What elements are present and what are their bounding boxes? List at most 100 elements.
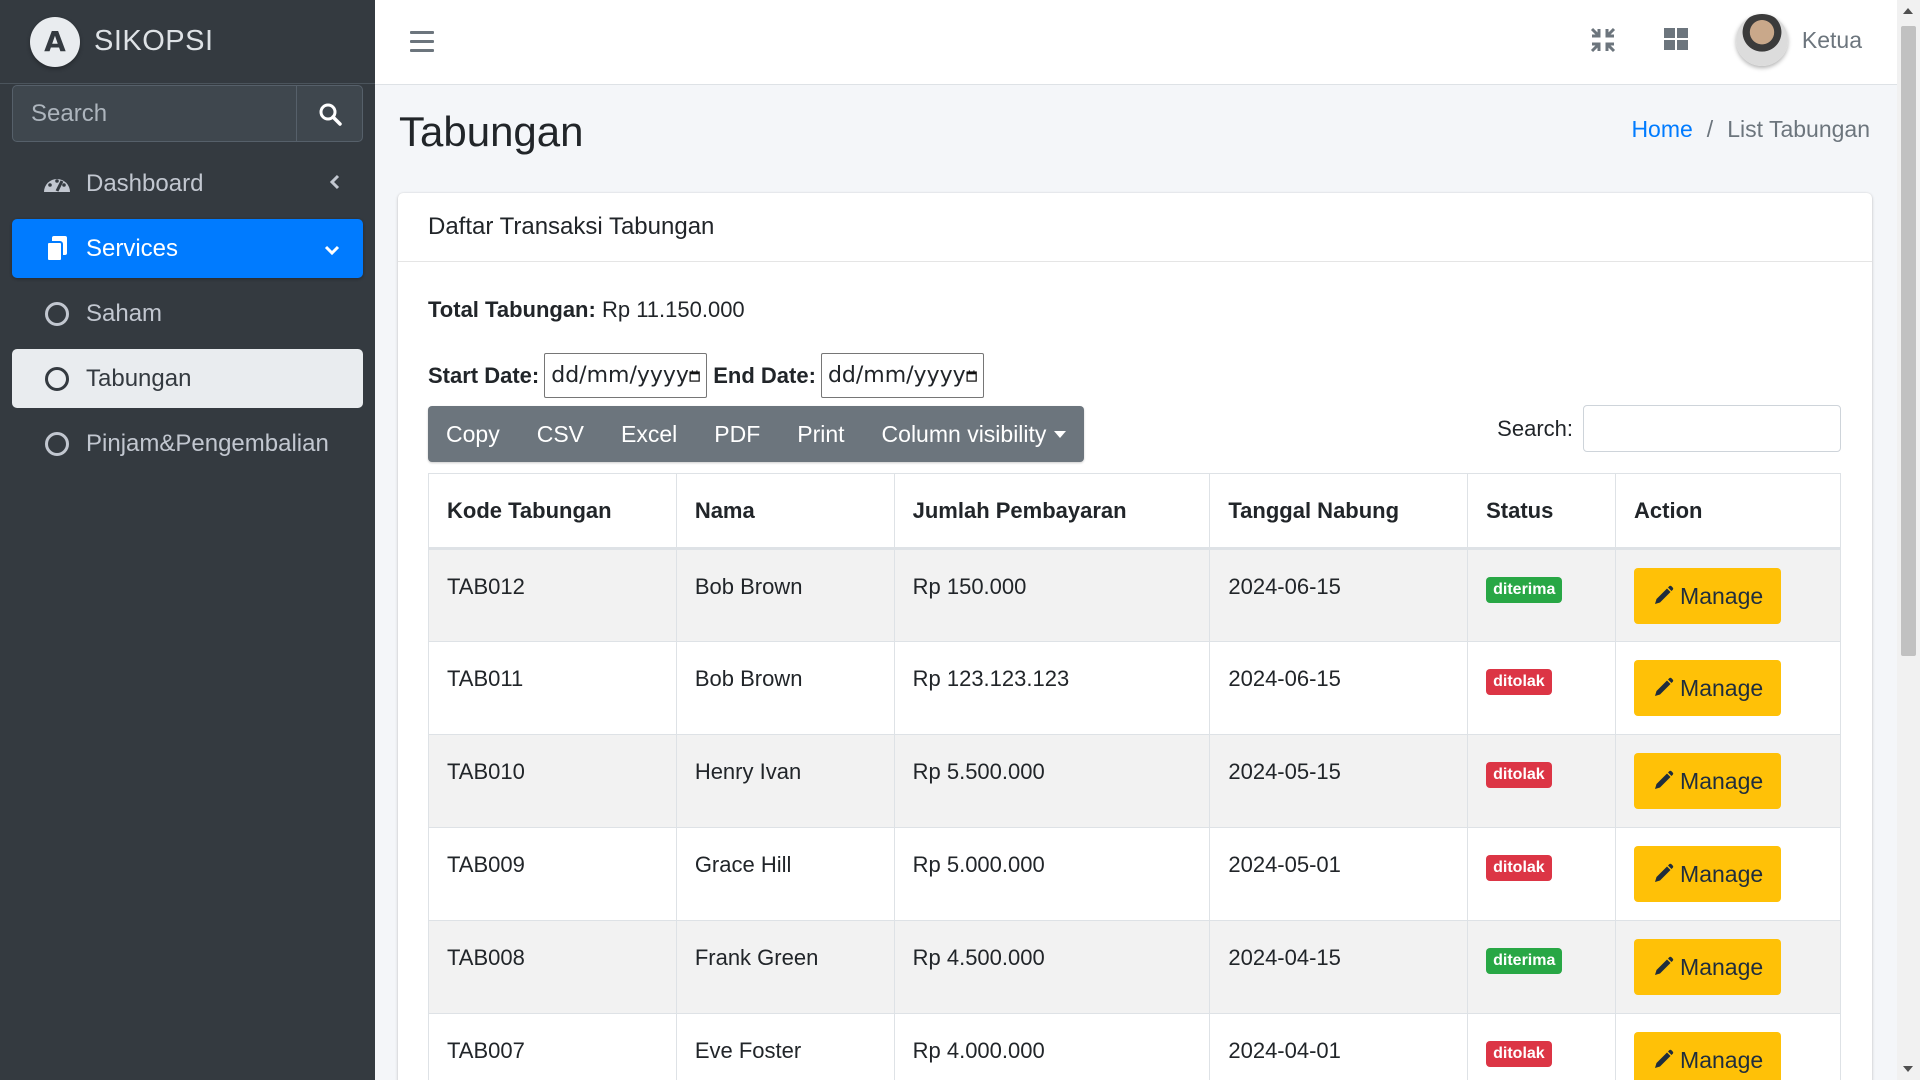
column-header[interactable]: Tanggal Nabung [1209, 473, 1469, 550]
column-header[interactable]: Nama [675, 473, 895, 550]
scroll-thumb[interactable] [1901, 26, 1916, 656]
savings-table: Kode Tabungan Nama Jumlah Pembayaran Tan… [428, 473, 1841, 1080]
status-badge: diterima [1486, 948, 1563, 974]
caret-down-icon [1054, 430, 1067, 438]
cell-kode: TAB008 [428, 920, 677, 1014]
manage-button-label: Manage [1680, 674, 1764, 701]
cell-tanggal: 2024-05-15 [1209, 734, 1469, 828]
breadcrumb-home-link[interactable]: Home [1631, 116, 1692, 143]
cell-action: Manage [1615, 920, 1841, 1014]
brand-link[interactable]: A SIKOPSI [0, 0, 375, 84]
cell-kode: TAB010 [428, 734, 677, 828]
csv-button[interactable]: CSV [537, 421, 584, 448]
scroll-up-arrow-icon[interactable] [1903, 8, 1913, 14]
cell-jumlah: Rp 5.500.000 [893, 734, 1211, 828]
sidebar-item-label: Pinjam&Pengembalian [86, 429, 329, 457]
calendar-icon [689, 369, 700, 382]
column-header[interactable]: Kode Tabungan [428, 473, 677, 550]
status-badge: ditolak [1486, 855, 1552, 881]
page-title: Tabungan [399, 108, 584, 155]
excel-button[interactable]: Excel [621, 421, 677, 448]
manage-button[interactable]: Manage [1634, 846, 1782, 902]
page-scrollbar[interactable] [1897, 0, 1920, 1080]
cell-tanggal: 2024-04-01 [1209, 1013, 1469, 1080]
manage-button-label: Manage [1680, 1046, 1764, 1073]
brand-name: SIKOPSI [94, 25, 214, 57]
cell-status: ditolak [1467, 641, 1617, 735]
sidebar-item-pinjam-pengembalian[interactable]: Pinjam&Pengembalian [12, 414, 363, 473]
cell-tanggal: 2024-06-15 [1209, 641, 1469, 735]
sidebar-item-label: Tabungan [86, 364, 192, 392]
manage-button[interactable]: Manage [1634, 568, 1782, 624]
cell-status: diterima [1467, 548, 1617, 642]
copy-icon [42, 235, 72, 263]
manage-button[interactable]: Manage [1634, 939, 1782, 995]
date-filter: Start Date: dd/mm/yyyy End Date: dd/mm/y… [428, 353, 990, 398]
start-date-input[interactable]: dd/mm/yyyy [544, 353, 708, 398]
breadcrumb-current: List Tabungan [1727, 116, 1870, 142]
manage-button[interactable]: Manage [1634, 1032, 1782, 1080]
print-button[interactable]: Print [797, 421, 844, 448]
table-header-row: Kode Tabungan Nama Jumlah Pembayaran Tan… [428, 473, 1841, 550]
pencil-icon [1655, 585, 1674, 604]
user-menu[interactable]: Ketua [1735, 14, 1862, 66]
tachometer-icon [42, 172, 72, 196]
status-badge: ditolak [1486, 762, 1552, 788]
pdf-button[interactable]: PDF [714, 421, 760, 448]
cell-jumlah: Rp 123.123.123 [893, 641, 1211, 735]
cell-tanggal: 2024-05-01 [1209, 827, 1469, 921]
cell-kode: TAB011 [428, 641, 677, 735]
column-visibility-button[interactable]: Column visibility [882, 421, 1067, 448]
cell-action: Manage [1615, 548, 1841, 642]
table-search-input[interactable] [1583, 405, 1841, 452]
pencil-icon [1655, 956, 1674, 975]
total-savings-label: Total Tabungan: [428, 297, 596, 322]
brand-logo-letter: A [44, 25, 66, 58]
topbar: Ketua [375, 0, 1897, 85]
manage-button[interactable]: Manage [1634, 753, 1782, 809]
copy-button[interactable]: Copy [446, 421, 500, 448]
end-date-input[interactable]: dd/mm/yyyy [820, 353, 984, 398]
start-date-placeholder: dd/mm/yyyy [551, 363, 689, 388]
pencil-icon [1655, 677, 1674, 696]
table-row: TAB008 Frank Green Rp 4.500.000 2024-04-15 d… [428, 920, 1841, 1014]
cell-jumlah: Rp 150.000 [893, 548, 1211, 642]
table-search: Search: [1497, 405, 1841, 452]
cell-nama: Bob Brown [675, 641, 895, 735]
sidebar: A SIKOPSI Search Dashboard Services Saha… [0, 0, 375, 1080]
scroll-down-arrow-icon[interactable] [1903, 1066, 1913, 1072]
cell-jumlah: Rp 4.000.000 [893, 1013, 1211, 1080]
table-row: TAB012 Bob Brown Rp 150.000 2024-06-15 diter… [428, 548, 1841, 642]
table-row: TAB010 Henry Ivan Rp 5.500.000 2024-05-15 di… [428, 734, 1841, 828]
cell-action: Manage [1615, 734, 1841, 828]
sidebar-item-tabungan[interactable]: Tabungan [12, 349, 363, 408]
start-date-label: Start Date: [428, 362, 540, 388]
sidebar-search-input[interactable]: Search [12, 85, 296, 142]
manage-button-label: Manage [1680, 860, 1764, 887]
hamburger-menu-icon[interactable] [410, 31, 434, 58]
grid-icon[interactable] [1663, 27, 1689, 56]
cell-action: Manage [1615, 641, 1841, 735]
status-badge: ditolak [1486, 669, 1552, 695]
cell-status: ditolak [1467, 1013, 1617, 1080]
column-header[interactable]: Jumlah Pembayaran [893, 473, 1211, 550]
manage-button-label: Manage [1680, 582, 1764, 609]
table-row: TAB011 Bob Brown Rp 123.123.123 2024-06-15 d… [428, 641, 1841, 735]
status-badge: ditolak [1486, 1041, 1552, 1067]
cell-kode: TAB009 [428, 827, 677, 921]
cell-nama: Frank Green [675, 920, 895, 1014]
sidebar-item-saham[interactable]: Saham [12, 284, 363, 343]
end-date-label: End Date: [713, 362, 816, 388]
sidebar-search-button[interactable] [296, 85, 363, 142]
column-header[interactable]: Action [1615, 473, 1841, 550]
sidebar-item-label: Services [86, 234, 179, 262]
table-row: TAB009 Grace Hill Rp 5.000.000 2024-05-01 di… [428, 827, 1841, 921]
cell-jumlah: Rp 5.000.000 [893, 827, 1211, 921]
fullscreen-exit-icon[interactable] [1590, 27, 1616, 58]
sidebar-item-services[interactable]: Services [12, 219, 363, 278]
sidebar-item-dashboard[interactable]: Dashboard [12, 154, 363, 213]
column-header[interactable]: Status [1467, 473, 1617, 550]
manage-button[interactable]: Manage [1634, 660, 1782, 716]
pencil-icon [1655, 770, 1674, 789]
brand-logo: A [30, 16, 80, 67]
